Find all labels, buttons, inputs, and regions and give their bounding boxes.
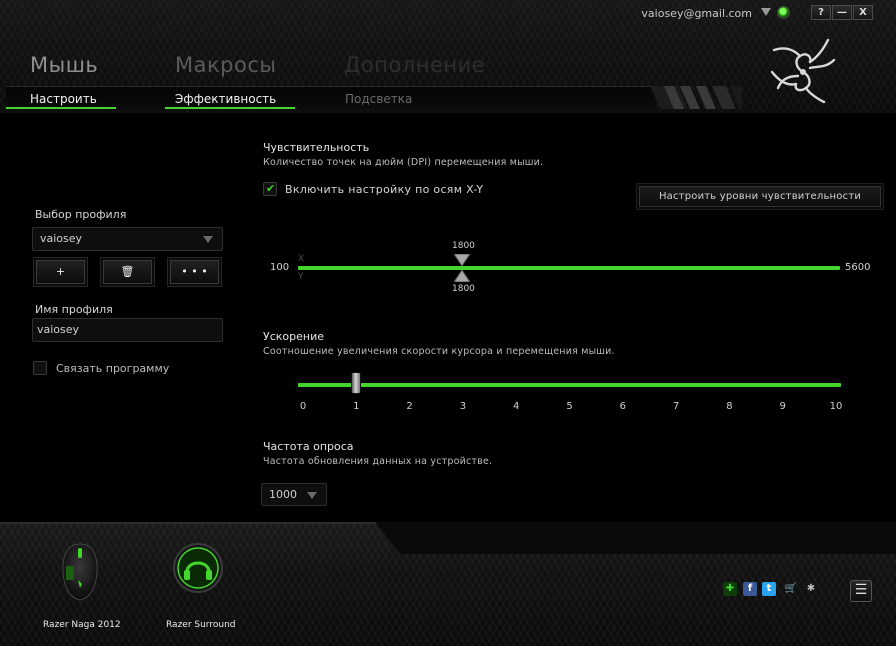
sensitivity-slider-track[interactable] <box>298 266 840 270</box>
account-email[interactable]: vaiosey@gmail.com <box>641 7 752 20</box>
profile-name-label: Имя профиля <box>35 303 113 316</box>
more-options-button[interactable]: • • • <box>170 260 219 284</box>
acceleration-slider-handle[interactable] <box>351 372 361 394</box>
delete-profile-button[interactable]: 🗑 <box>103 260 152 284</box>
footer-notch <box>0 522 896 554</box>
sensitivity-min-label: 100 <box>270 262 290 273</box>
razer-logo-icon <box>770 38 836 104</box>
facebook-icon[interactable]: f <box>743 582 757 596</box>
subtab-performance[interactable]: Эффективность <box>175 92 276 106</box>
minimize-button[interactable]: — <box>832 5 852 20</box>
acceleration-description: Соотношение увеличения скорости курсора … <box>263 346 615 357</box>
acceleration-tick-label: 8 <box>726 401 733 412</box>
sensitivity-max-label: 5600 <box>845 262 871 273</box>
link-program-checkbox[interactable] <box>33 361 47 375</box>
sensitivity-x-value: 1800 <box>452 241 475 251</box>
link-program-label: Связать программу <box>56 362 170 375</box>
chevron-down-icon <box>203 236 213 243</box>
subtab-customize-underline <box>6 107 116 109</box>
xy-enable-checkbox[interactable]: ✔ <box>263 182 277 196</box>
acceleration-title: Ускорение <box>263 330 324 343</box>
sensitivity-levels-button[interactable]: Настроить уровни чувствительности <box>639 186 881 207</box>
polling-rate-dropdown[interactable]: 1000 <box>261 483 327 506</box>
y-axis-letter: Y <box>298 272 304 282</box>
polling-rate-value: 1000 <box>269 488 297 501</box>
acceleration-tick-label: 4 <box>513 401 520 412</box>
acceleration-tick-label: 5 <box>566 401 573 412</box>
subtab-bar <box>6 86 656 109</box>
tab-macros[interactable]: Макросы <box>175 53 276 77</box>
acceleration-tick-label: 2 <box>406 401 413 412</box>
check-icon: ✔ <box>266 182 276 195</box>
online-status-icon <box>777 6 790 19</box>
twitter-icon[interactable]: t <box>762 582 776 596</box>
profile-dropdown[interactable]: vaiosey <box>32 227 223 251</box>
header-stripes <box>650 86 742 109</box>
sensitivity-title: Чувствительность <box>263 141 370 154</box>
device-surround[interactable] <box>172 542 224 594</box>
tab-addons[interactable]: Дополнение <box>344 53 485 77</box>
add-profile-button[interactable]: + <box>36 260 85 284</box>
account-dropdown-icon[interactable] <box>761 8 771 16</box>
main-menu-button[interactable]: ☰ <box>850 580 872 602</box>
sensitivity-y-handle[interactable] <box>454 270 470 282</box>
acceleration-tick-label: 9 <box>779 401 786 412</box>
profile-name-field[interactable]: vaiosey <box>32 318 223 342</box>
razer-icon[interactable]: ✱ <box>804 582 818 596</box>
acceleration-slider-track[interactable] <box>298 383 841 387</box>
device-naga[interactable] <box>52 540 108 604</box>
acceleration-tick-label: 1 <box>353 401 360 412</box>
xy-enable-label: Включить настройку по осям X-Y <box>285 183 484 196</box>
gift-icon[interactable]: ✚ <box>723 582 737 596</box>
subtab-lighting[interactable]: Подсветка <box>345 92 412 106</box>
tab-mouse[interactable]: Мышь <box>30 53 98 77</box>
subtab-performance-underline <box>165 107 295 109</box>
close-button[interactable]: X <box>853 5 873 20</box>
chevron-down-icon <box>307 491 317 499</box>
help-button[interactable]: ? <box>811 5 831 20</box>
sensitivity-y-value: 1800 <box>452 284 475 294</box>
acceleration-tick-label: 6 <box>619 401 626 412</box>
cart-icon[interactable]: 🛒 <box>784 582 798 596</box>
profile-select-label: Выбор профиля <box>35 208 127 221</box>
sensitivity-x-handle[interactable] <box>454 254 470 266</box>
acceleration-tick-label: 3 <box>459 401 467 412</box>
profile-dropdown-value: vaiosey <box>40 232 83 245</box>
polling-description: Частота обновления данных на устройстве. <box>263 456 493 467</box>
device-surround-name: Razer Surround <box>166 620 236 630</box>
x-axis-letter: X <box>298 254 305 264</box>
polling-title: Частота опроса <box>263 440 354 453</box>
mouse-icon <box>62 543 98 601</box>
acceleration-tick-label: 0 <box>299 401 307 412</box>
subtab-customize[interactable]: Настроить <box>30 92 97 106</box>
sensitivity-description: Количество точек на дюйм (DPI) перемещен… <box>263 157 544 168</box>
device-naga-name: Razer Naga 2012 <box>43 620 121 630</box>
acceleration-tick-label: 10 <box>829 401 843 412</box>
headphones-icon <box>173 543 223 593</box>
acceleration-tick-label: 7 <box>672 401 680 412</box>
